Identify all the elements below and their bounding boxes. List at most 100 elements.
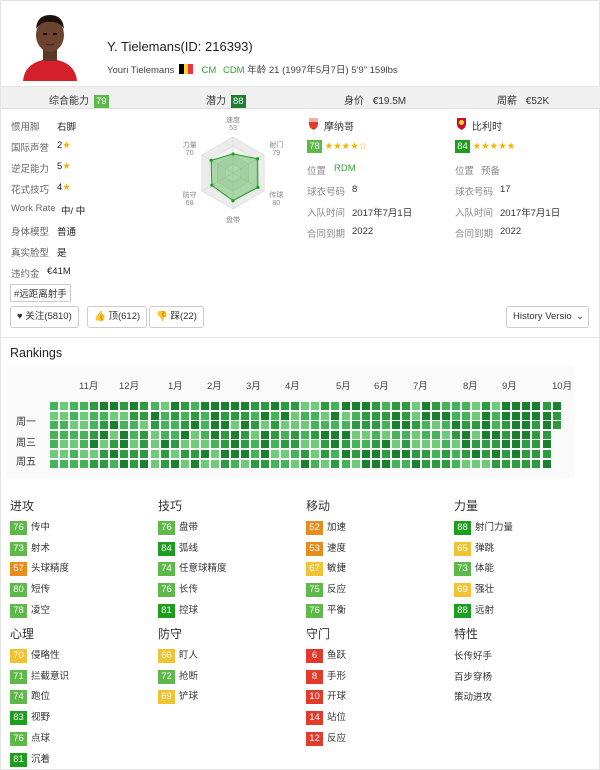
heatmap-cell[interactable] [261,459,270,468]
heatmap-cell[interactable] [170,440,179,449]
heatmap-cell[interactable] [462,430,471,439]
heatmap-cell[interactable] [472,411,481,420]
heatmap-cell[interactable] [512,459,521,468]
history-version-dropdown[interactable]: History Versio ⌄ [506,306,589,328]
heatmap-cell[interactable] [532,459,541,468]
heatmap-cell[interactable] [371,421,380,430]
heatmap-cell[interactable] [381,440,390,449]
heatmap-cell[interactable] [90,430,99,439]
heatmap-cell[interactable] [60,402,68,410]
heatmap-cell[interactable] [381,450,390,458]
trait-tag[interactable]: #远距离射手 [10,284,71,302]
heatmap-cell[interactable] [331,402,340,410]
heatmap-cell[interactable] [70,411,79,420]
heatmap-cell[interactable] [371,411,380,420]
heatmap-cell[interactable] [70,450,79,458]
heatmap-cell[interactable] [462,402,471,410]
heatmap-cell[interactable] [291,430,300,439]
heatmap-cell[interactable] [321,450,330,458]
heatmap-cell[interactable] [371,450,380,458]
heatmap-cell[interactable] [241,411,249,420]
heatmap-cell[interactable] [70,430,79,439]
heatmap-cell[interactable] [110,450,119,458]
heatmap-cell[interactable] [150,440,159,449]
heatmap-cell[interactable] [180,430,189,439]
heatmap-cell[interactable] [150,411,159,420]
heatmap-cell[interactable] [401,440,410,449]
heatmap-cell[interactable] [251,450,259,458]
heatmap-cell[interactable] [492,430,501,439]
heatmap-cell[interactable] [411,459,420,468]
heatmap-cell[interactable] [502,430,511,439]
heatmap-cell[interactable] [462,459,471,468]
heatmap-cell[interactable] [421,421,430,430]
position-cdm[interactable]: CDM [223,65,245,76]
heatmap-cell[interactable] [542,430,551,439]
heatmap-cell[interactable] [120,421,129,430]
heatmap-cell[interactable] [532,402,541,410]
heatmap-cell[interactable] [220,402,229,410]
heatmap-cell[interactable] [311,430,320,439]
heatmap-cell[interactable] [281,411,290,420]
heatmap-cell[interactable] [100,411,109,420]
heatmap-cell[interactable] [341,421,350,430]
heatmap-cell[interactable] [522,421,531,430]
heatmap-cell[interactable] [381,459,390,468]
heatmap-cell[interactable] [482,450,491,458]
heatmap-cell[interactable] [200,421,209,430]
heatmap-cell[interactable] [130,450,139,458]
heatmap-cell[interactable] [522,440,531,449]
heatmap-cell[interactable] [70,459,79,468]
heatmap-cell[interactable] [170,421,179,430]
heatmap-cell[interactable] [140,402,149,410]
heatmap-cell[interactable] [411,430,420,439]
heatmap-cell[interactable] [230,430,239,439]
heatmap-cell[interactable] [140,421,149,430]
heatmap-cell[interactable] [431,430,440,439]
heatmap-cell[interactable] [241,421,249,430]
heatmap-cell[interactable] [361,459,370,468]
heatmap-cell[interactable] [532,411,541,420]
heatmap-cell[interactable] [381,402,390,410]
heatmap-cell[interactable] [100,430,109,439]
heatmap-cell[interactable] [311,411,320,420]
national-name[interactable]: 比利时 [472,118,502,133]
heatmap-cell[interactable] [150,421,159,430]
heatmap-cell[interactable] [442,430,450,439]
heatmap-cell[interactable] [261,450,270,458]
heatmap-cell[interactable] [251,430,259,439]
heatmap-cell[interactable] [431,440,440,449]
heatmap-cell[interactable] [200,430,209,439]
heatmap-cell[interactable] [361,440,370,449]
heatmap-cell[interactable] [552,421,561,430]
heatmap-cell[interactable] [371,402,380,410]
heatmap-cell[interactable] [401,459,410,468]
heatmap-cell[interactable] [80,421,89,430]
heatmap-cell[interactable] [381,421,390,430]
heatmap-cell[interactable] [60,430,68,439]
heatmap-cell[interactable] [220,440,229,449]
heatmap-cell[interactable] [220,430,229,439]
heatmap-cell[interactable] [110,440,119,449]
heatmap-cell[interactable] [502,450,511,458]
heatmap-cell[interactable] [431,402,440,410]
heatmap-cell[interactable] [150,450,159,458]
heatmap-cell[interactable] [50,450,58,458]
heatmap-cell[interactable] [230,411,239,420]
heatmap-cell[interactable] [472,440,481,449]
heatmap-cell[interactable] [220,450,229,458]
heatmap-cell[interactable] [170,402,179,410]
heatmap-cell[interactable] [271,450,280,458]
heatmap-cell[interactable] [522,430,531,439]
heatmap-cell[interactable] [482,459,491,468]
heatmap-cell[interactable] [431,411,440,420]
heatmap-cell[interactable] [532,450,541,458]
heatmap-cell[interactable] [110,421,119,430]
heatmap-cell[interactable] [361,421,370,430]
heatmap-cell[interactable] [130,411,139,420]
heatmap-cell[interactable] [90,411,99,420]
heatmap-cell[interactable] [251,411,259,420]
heatmap-cell[interactable] [512,402,521,410]
heatmap-cell[interactable] [391,402,400,410]
heatmap-cell[interactable] [120,402,129,410]
